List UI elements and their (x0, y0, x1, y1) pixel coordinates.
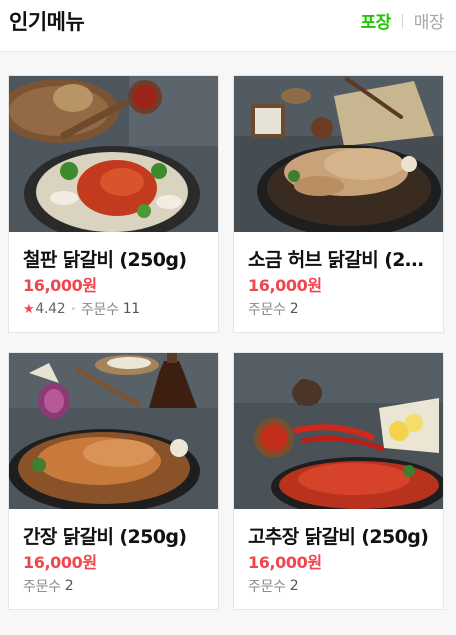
orders-label: 주문수 (248, 302, 286, 318)
menu-photo (234, 353, 443, 509)
menu-name: 고추장 닭갈비 (250g) (248, 526, 429, 548)
tab-dine-in[interactable]: 매장 (414, 8, 445, 33)
tab-takeout[interactable]: 포장 (360, 8, 391, 33)
page-title: 인기메뉴 (9, 10, 85, 34)
orders-count: 2 (64, 578, 74, 594)
orders-label: 주문수 (23, 579, 61, 595)
orders-count: 11 (122, 301, 141, 317)
menu-price: 16,000원 (23, 553, 97, 572)
menu-price: 16,000원 (248, 553, 322, 572)
menu-name: 간장 닭갈비 (250g) (23, 526, 187, 548)
meta-separator: • (70, 303, 76, 315)
menu-name: 철판 닭갈비 (250g) (23, 249, 187, 271)
menu-card-iron-pan[interactable]: 철판 닭갈비 (250g) 16,000원 ★ 4.42 • 주문수 11 (8, 75, 219, 333)
orders-label: 주문수 (248, 579, 286, 595)
tab-divider (401, 13, 403, 28)
menu-photo (234, 76, 443, 232)
menu-card-soy-sauce[interactable]: 간장 닭갈비 (250g) 16,000원 주문수 2 (8, 352, 219, 610)
menu-meta: ★ 4.42 • 주문수 11 (23, 299, 140, 319)
orders-count: 2 (289, 301, 299, 317)
menu-price: 16,000원 (248, 276, 322, 295)
orders-count: 2 (289, 578, 299, 594)
menu-card-gochujang[interactable]: 고추장 닭갈비 (250g) 16,000원 주문수 2 (233, 352, 444, 610)
rating-value: 4.42 (35, 301, 66, 317)
header: 인기메뉴 포장 매장 (0, 0, 456, 52)
menu-price: 16,000원 (23, 276, 97, 295)
star-icon: ★ (23, 301, 35, 317)
menu-card-salt-herb[interactable]: 소금 허브 닭갈비 (250g) 16,000원 주문수 2 (233, 75, 444, 333)
menu-photo (9, 353, 218, 509)
menu-meta: 주문수 2 (248, 299, 299, 319)
order-type-tabs: 포장 매장 (360, 8, 444, 33)
menu-meta: 주문수 2 (23, 576, 74, 596)
menu-meta: 주문수 2 (248, 576, 299, 596)
menu-name: 소금 허브 닭갈비 (250g) (248, 249, 434, 271)
menu-photo (9, 76, 218, 232)
orders-label: 주문수 (80, 302, 119, 318)
